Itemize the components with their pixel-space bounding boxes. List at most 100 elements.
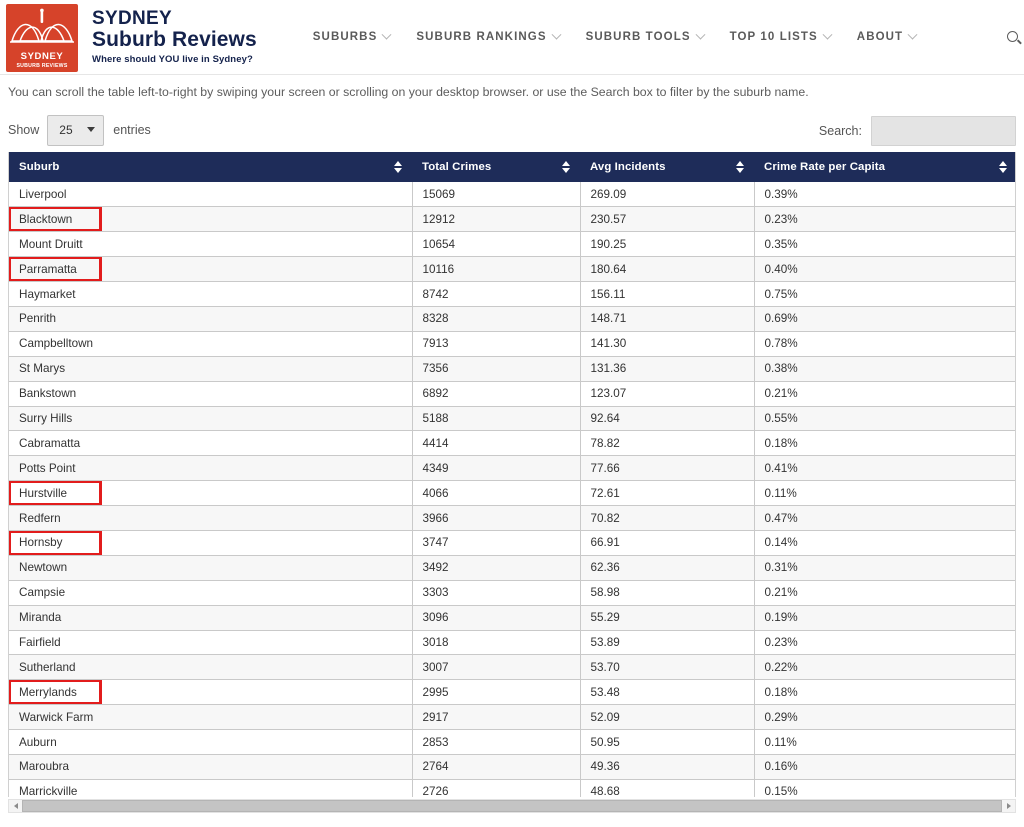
nav-item-suburb-rankings[interactable]: SUBURB RANKINGS (416, 29, 562, 43)
brand-title-line2: Suburb Reviews (92, 27, 257, 51)
table-row[interactable]: Potts Point 4349 77.66 0.41% (9, 455, 1015, 482)
cell-suburb: Fairfield (9, 630, 413, 656)
suburb-name: Hurstville (19, 486, 68, 500)
column-header-avg-incidents[interactable]: Avg Incidents (580, 152, 754, 182)
horizontal-scrollbar-thumb[interactable] (22, 800, 1002, 812)
logo-wordmark: SYDNEY (20, 50, 64, 62)
cell-suburb: Potts Point (9, 455, 413, 482)
table-row[interactable]: Liverpool 15069 269.09 0.39% (9, 182, 1015, 208)
cell-avg-incidents: 123.07 (580, 381, 755, 407)
table-row[interactable]: Merrylands 2995 53.48 0.18% (9, 679, 1015, 706)
cell-suburb: Miranda (9, 605, 413, 631)
table-row[interactable]: Hornsby 3747 66.91 0.14% (9, 530, 1015, 556)
suburb-name: Surry Hills (19, 411, 73, 425)
suburb-name: Campsie (19, 586, 66, 600)
table-row[interactable]: Auburn 2853 50.95 0.11% (9, 729, 1015, 755)
cell-total-crimes: 2917 (412, 704, 581, 731)
table-row[interactable]: Campbelltown 7913 141.30 0.78% (9, 331, 1015, 357)
table-row[interactable]: Bankstown 6892 123.07 0.21% (9, 381, 1015, 407)
nav-item-label: SUBURB TOOLS (585, 31, 691, 43)
suburb-name: Liverpool (19, 187, 67, 201)
nav-item-suburbs[interactable]: SUBURBS (313, 29, 392, 43)
column-header-suburb[interactable]: Suburb (9, 152, 412, 182)
table-scroll-container[interactable]: Suburb Total Crimes Avg Incidents Crime … (8, 152, 1016, 797)
table-row[interactable]: Mount Druitt 10654 190.25 0.35% (9, 231, 1015, 258)
cell-crime-rate-per-capita: 0.15% (754, 779, 1015, 797)
search-icon[interactable] (1007, 31, 1022, 46)
cell-crime-rate-per-capita: 0.38% (754, 356, 1015, 382)
scroll-left-arrow-icon[interactable] (9, 800, 22, 812)
sort-icon[interactable] (562, 160, 571, 174)
cell-crime-rate-per-capita: 0.23% (754, 630, 1015, 656)
table-row[interactable]: Campsie 3303 58.98 0.21% (9, 580, 1015, 606)
chevron-down-icon (822, 29, 833, 40)
table-row[interactable]: Blacktown 12912 230.57 0.23% (9, 206, 1015, 233)
cell-avg-incidents: 53.48 (580, 679, 755, 706)
table-row[interactable]: Redfern 3966 70.82 0.47% (9, 505, 1015, 531)
suburb-name: Parramatta (19, 262, 77, 276)
cell-avg-incidents: 92.64 (580, 406, 755, 432)
table-search-control: Search: (819, 116, 1016, 146)
cell-suburb: Haymarket (9, 281, 413, 307)
nav-item-suburb-tools[interactable]: SUBURB TOOLS (585, 29, 706, 43)
table-row[interactable]: Cabramatta 4414 78.82 0.18% (9, 430, 1015, 457)
table-row[interactable]: Haymarket 8742 156.11 0.75% (9, 281, 1015, 307)
column-header-label: Crime Rate per Capita (764, 161, 886, 173)
sort-icon[interactable] (736, 160, 745, 174)
table-row[interactable]: Marrickville 2726 48.68 0.15% (9, 779, 1015, 797)
cell-suburb: Blacktown (9, 206, 413, 233)
horizontal-scrollbar-track[interactable] (22, 800, 1002, 812)
cell-total-crimes: 8742 (412, 281, 581, 307)
suburb-name: Mount Druitt (19, 237, 83, 251)
entries-label: entries (113, 123, 151, 137)
cell-total-crimes: 2726 (412, 779, 581, 797)
cell-avg-incidents: 50.95 (580, 729, 755, 755)
table-row[interactable]: Surry Hills 5188 92.64 0.55% (9, 406, 1015, 432)
cell-crime-rate-per-capita: 0.21% (754, 381, 1015, 407)
cell-avg-incidents: 269.09 (580, 182, 755, 208)
cell-avg-incidents: 190.25 (580, 231, 755, 258)
sort-icon[interactable] (999, 160, 1008, 174)
cell-avg-incidents: 55.29 (580, 605, 755, 631)
horizontal-scrollbar[interactable] (8, 799, 1016, 813)
table-row[interactable]: Parramatta 10116 180.64 0.40% (9, 256, 1015, 283)
table-row[interactable]: Hurstville 4066 72.61 0.11% (9, 480, 1015, 507)
cell-suburb: Marrickville (9, 779, 413, 797)
suburb-name: Sutherland (19, 660, 76, 674)
nav-item-about[interactable]: ABOUT (857, 29, 918, 43)
table-row[interactable]: Penrith 8328 148.71 0.69% (9, 306, 1015, 332)
site-logo[interactable]: SYDNEY SUBURB REVIEWS (6, 4, 78, 72)
table-row[interactable]: St Marys 7356 131.36 0.38% (9, 356, 1015, 382)
column-header-crime-rate-per-capita[interactable]: Crime Rate per Capita (754, 152, 1015, 182)
brand-block[interactable]: SYDNEY Suburb Reviews Where should YOU l… (92, 9, 257, 66)
nav-item-label: TOP 10 LISTS (729, 31, 818, 43)
search-icon-handle (1016, 39, 1022, 45)
cell-crime-rate-per-capita: 0.47% (754, 505, 1015, 531)
cell-total-crimes: 8328 (412, 306, 581, 332)
nav-item-top-10-lists[interactable]: TOP 10 LISTS (729, 29, 833, 43)
cell-avg-incidents: 53.89 (580, 630, 755, 656)
suburb-name: Cabramatta (19, 436, 81, 450)
table-row[interactable]: Sutherland 3007 53.70 0.22% (9, 654, 1015, 681)
search-label: Search: (818, 124, 862, 138)
cell-crime-rate-per-capita: 0.69% (754, 306, 1015, 332)
table-body: Liverpool 15069 269.09 0.39% Blacktown 12912 2… (9, 182, 1015, 797)
suburb-name: Maroubra (19, 760, 70, 774)
table-row[interactable]: Warwick Farm 2917 52.09 0.29% (9, 704, 1015, 731)
sort-icon[interactable] (394, 160, 403, 174)
table-row[interactable]: Fairfield 3018 53.89 0.23% (9, 630, 1015, 656)
cell-suburb: Merrylands (9, 679, 413, 706)
table-row[interactable]: Newtown 3492 62.36 0.31% (9, 555, 1015, 581)
column-header-total-crimes[interactable]: Total Crimes (412, 152, 580, 182)
table-row[interactable]: Miranda 3096 55.29 0.19% (9, 605, 1015, 631)
cell-suburb: Hornsby (9, 530, 413, 556)
table-row[interactable]: Maroubra 2764 49.36 0.16% (9, 754, 1015, 780)
page-length-select[interactable]: 10 25 50 100 (47, 114, 105, 146)
cell-crime-rate-per-capita: 0.18% (754, 679, 1015, 706)
search-input[interactable] (871, 116, 1016, 146)
cell-avg-incidents: 53.70 (580, 654, 755, 681)
scroll-right-arrow-icon[interactable] (1002, 800, 1015, 812)
cell-crime-rate-per-capita: 0.22% (754, 654, 1015, 681)
cell-avg-incidents: 49.36 (580, 754, 755, 780)
cell-suburb: Bankstown (9, 381, 413, 407)
